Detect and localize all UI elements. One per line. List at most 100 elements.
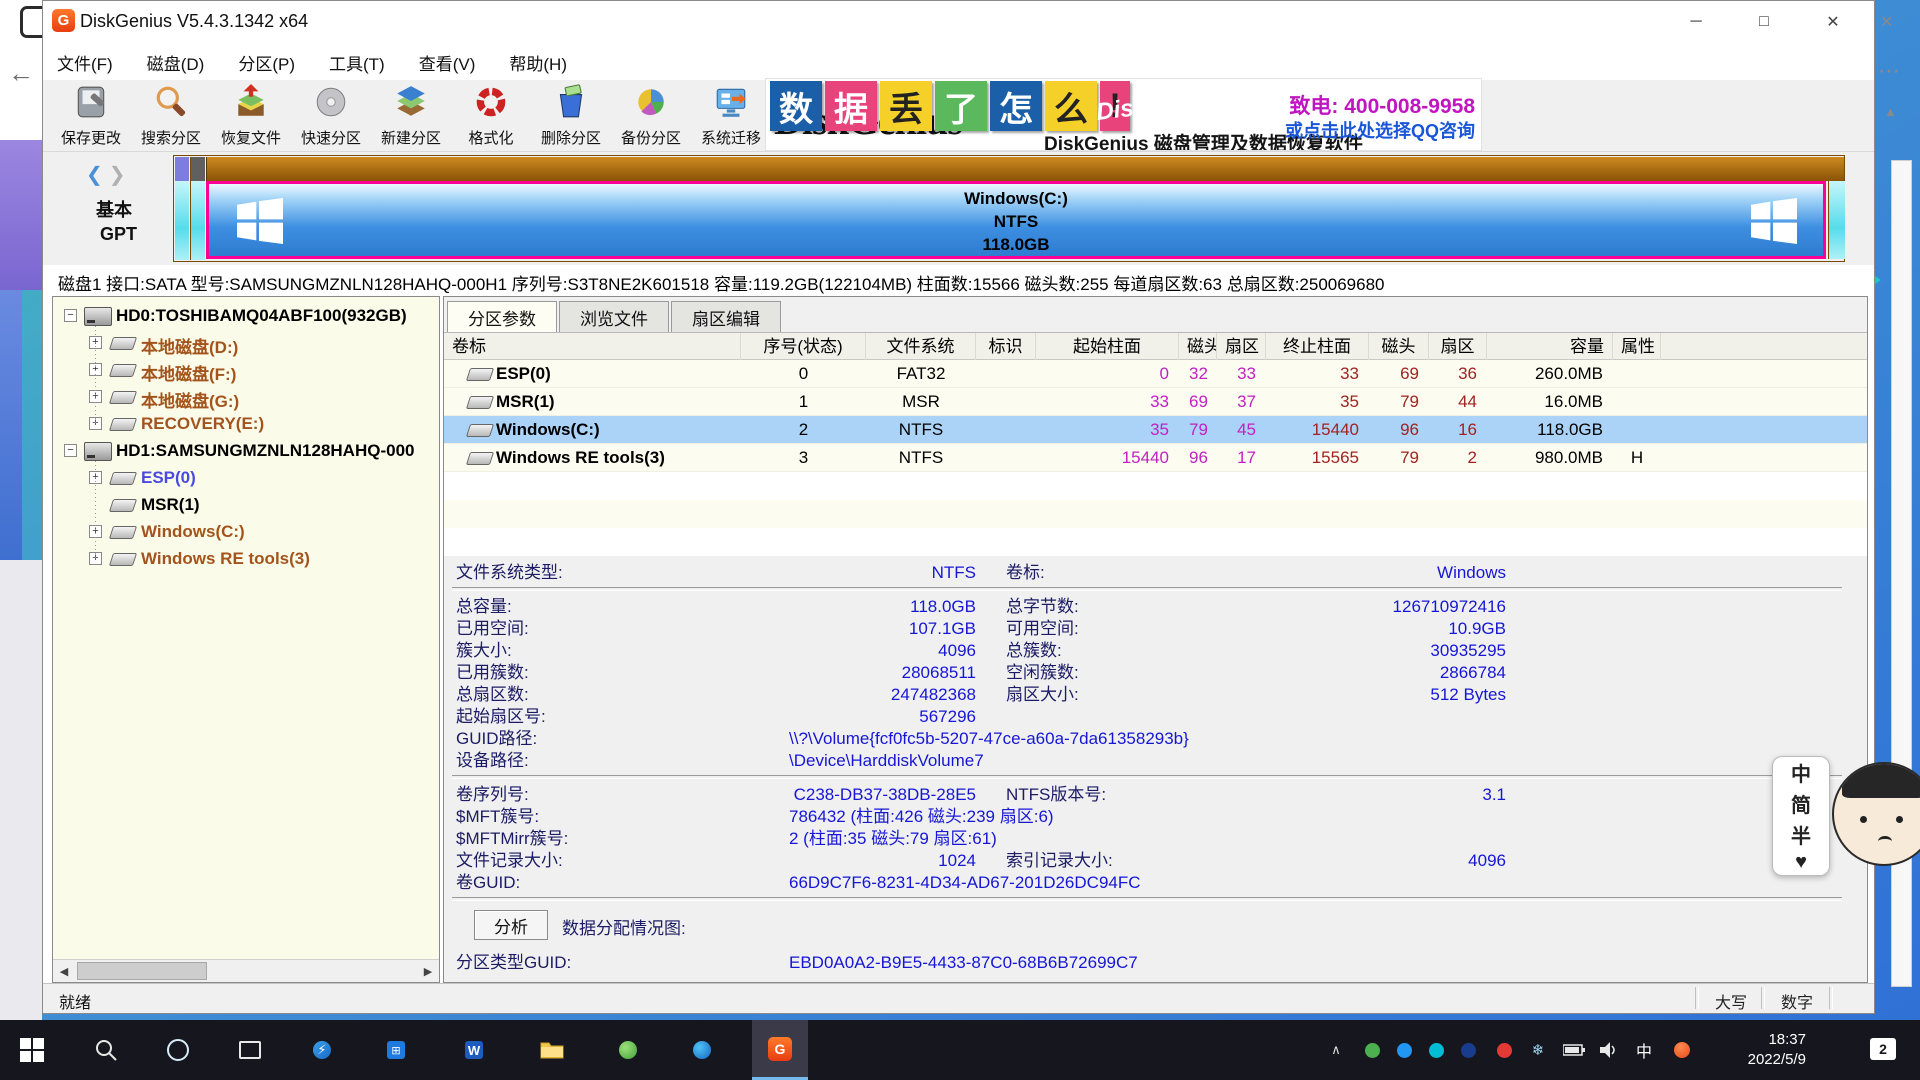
toolbar-button-new-partition[interactable]: 新建分区 bbox=[371, 84, 451, 148]
tray-expand-icon[interactable]: ∧ bbox=[1322, 1036, 1350, 1064]
tree-expand-collapse-icon[interactable]: − bbox=[64, 309, 77, 322]
scroll-up-icon[interactable]: ▲ bbox=[1884, 104, 1897, 119]
menu-item-1[interactable]: 磁盘(D) bbox=[147, 50, 205, 75]
ime-widget-item-1[interactable]: 简 bbox=[1791, 789, 1811, 818]
tab-扇区编辑[interactable]: 扇区编辑 bbox=[671, 301, 781, 333]
pinned-app-store[interactable]: ⊞ bbox=[368, 1020, 424, 1080]
column-header-0[interactable]: 卷标 bbox=[444, 333, 741, 361]
column-header-6[interactable]: 扇区 bbox=[1217, 333, 1266, 361]
taskbar-diskgenius-button[interactable]: G bbox=[752, 1020, 808, 1080]
tree-item-recovery-e-[interactable]: RECOVERY(E:) bbox=[141, 414, 264, 434]
ime-widget[interactable]: 中简半♥ bbox=[1772, 756, 1830, 876]
scrollbar-thumb[interactable] bbox=[77, 962, 207, 980]
toolbar-button-delete-partition[interactable]: 删除分区 bbox=[531, 84, 611, 148]
scroll-left-icon[interactable]: ◀ bbox=[53, 960, 75, 982]
background-close-icon[interactable]: ✕ bbox=[1880, 12, 1893, 32]
disk-nav-arrows[interactable]: ❮❯ bbox=[86, 162, 132, 187]
more-options-icon[interactable]: ⋯ bbox=[1878, 58, 1900, 84]
tray-red-app-icon[interactable] bbox=[1490, 1036, 1518, 1064]
menu-item-4[interactable]: 查看(V) bbox=[419, 50, 476, 75]
banner-qq-link[interactable]: 或点击此处选择QQ咨询 bbox=[1285, 119, 1475, 143]
menu-item-2[interactable]: 分区(P) bbox=[238, 50, 295, 75]
ad-banner[interactable]: DiskGenius 数据丢了怎么! DiskGenius DiskGenius… bbox=[765, 78, 1482, 151]
menu-item-3[interactable]: 工具(T) bbox=[329, 50, 385, 75]
toolbar-button-system-migration[interactable]: 系统迁移 bbox=[691, 84, 771, 148]
partition-block-windows-c[interactable]: Windows(C:) NTFS 118.0GB bbox=[206, 181, 1826, 259]
table-row-msr-1-[interactable]: MSR(1)1MSR33693735794416.0MB bbox=[444, 388, 1867, 416]
toolbar-button-format[interactable]: 格式化 bbox=[451, 84, 531, 148]
scroll-right-icon[interactable]: ▶ bbox=[417, 960, 439, 982]
minimize-button[interactable]: ─ bbox=[1667, 0, 1725, 44]
back-arrow-icon[interactable]: ← bbox=[8, 58, 34, 89]
tree-item--g-[interactable]: 本地磁盘(G:) bbox=[141, 387, 239, 412]
maximize-button[interactable]: □ bbox=[1735, 0, 1793, 44]
file-explorer-button[interactable] bbox=[524, 1020, 580, 1080]
next-disk-icon[interactable]: ❯ bbox=[109, 164, 132, 186]
pinned-app-edge[interactable] bbox=[674, 1020, 730, 1080]
tree-item-hd1-samsungmznln128hahq-000[interactable]: HD1:SAMSUNGMZNLN128HAHQ-000 bbox=[116, 441, 415, 461]
tab-分区参数[interactable]: 分区参数 bbox=[447, 301, 557, 333]
column-header-1[interactable]: 序号(状态) bbox=[741, 333, 866, 361]
cortana-button[interactable] bbox=[150, 1020, 206, 1080]
pinned-app-browser-green[interactable] bbox=[600, 1020, 656, 1080]
analyze-button[interactable]: 分析 bbox=[474, 910, 548, 940]
prev-disk-icon[interactable]: ❮ bbox=[86, 164, 109, 186]
tree-item-windows-c-[interactable]: Windows(C:) bbox=[141, 522, 245, 542]
tree-horizontal-scrollbar[interactable]: ◀ ▶ bbox=[53, 959, 439, 982]
toolbar-button-quick-partition[interactable]: 快速分区 bbox=[291, 84, 371, 148]
tree-expand-collapse-icon[interactable]: − bbox=[64, 444, 77, 457]
table-row-windows-c-[interactable]: Windows(C:)2NTFS357945154409616118.0GB bbox=[444, 416, 1867, 444]
task-view-button[interactable] bbox=[222, 1020, 278, 1080]
battery-icon[interactable] bbox=[1560, 1036, 1588, 1064]
column-header-9[interactable]: 扇区 bbox=[1429, 333, 1487, 361]
toolbar-button-recover-files[interactable]: 恢复文件 bbox=[211, 84, 291, 148]
column-header-10[interactable]: 容量 bbox=[1487, 333, 1613, 361]
tray-green-app-icon[interactable] bbox=[1358, 1036, 1386, 1064]
tree-item-hd0-toshibamq04abf100-932gb-[interactable]: HD0:TOSHIBAMQ04ABF100(932GB) bbox=[116, 306, 407, 326]
column-header-4[interactable]: 起始柱面 bbox=[1036, 333, 1179, 361]
tray-blue-app-icon[interactable] bbox=[1390, 1036, 1418, 1064]
start-button[interactable] bbox=[4, 1020, 60, 1080]
table-row-windows-re-tools-3-[interactable]: Windows RE tools(3)3NTFS1544096171556579… bbox=[444, 444, 1867, 472]
column-header-7[interactable]: 终止柱面 bbox=[1266, 333, 1369, 361]
tray-snowflake-icon[interactable]: ❄ bbox=[1524, 1036, 1552, 1064]
notification-center-icon[interactable]: 2 bbox=[1870, 1038, 1896, 1060]
disk-header-strip bbox=[206, 157, 1844, 181]
system-migration-icon bbox=[713, 84, 749, 125]
pinned-app-word[interactable]: W bbox=[446, 1020, 502, 1080]
pinned-app-flash[interactable]: ⚡ bbox=[294, 1020, 350, 1080]
tray-teal-app-icon[interactable] bbox=[1422, 1036, 1450, 1064]
tray-flame-icon[interactable] bbox=[1668, 1036, 1696, 1064]
taskbar-search-button[interactable] bbox=[78, 1020, 134, 1080]
partition-block-re-tools[interactable] bbox=[1828, 181, 1845, 259]
toolbar-button-backup-partition[interactable]: 备份分区 bbox=[611, 84, 691, 148]
toolbar-button-search-partition[interactable]: 搜索分区 bbox=[131, 84, 211, 148]
menu-item-0[interactable]: 文件(F) bbox=[57, 50, 113, 75]
tray-qq-icon[interactable] bbox=[1454, 1036, 1482, 1064]
tree-item--d-[interactable]: 本地磁盘(D:) bbox=[141, 333, 238, 358]
ime-widget-item-0[interactable]: 中 bbox=[1791, 758, 1811, 787]
tree-item-windows-re-tools-3-[interactable]: Windows RE tools(3) bbox=[141, 549, 310, 569]
column-header-11[interactable]: 属性 bbox=[1613, 333, 1661, 361]
tree-item-esp-0-[interactable]: ESP(0) bbox=[141, 468, 196, 488]
toolbar-button-save[interactable]: 保存更改 bbox=[51, 84, 131, 148]
volume-icon[interactable] bbox=[1596, 1036, 1624, 1064]
column-header-2[interactable]: 文件系统 bbox=[866, 333, 976, 361]
clock[interactable]: 18:37 2022/5/9 bbox=[1748, 1030, 1806, 1070]
tab-浏览文件[interactable]: 浏览文件 bbox=[559, 301, 669, 333]
ime-language-icon[interactable]: 中 bbox=[1630, 1036, 1658, 1064]
partition-block-esp[interactable] bbox=[175, 157, 189, 260]
menu-item-5[interactable]: 帮助(H) bbox=[509, 50, 567, 75]
column-header-8[interactable]: 磁头 bbox=[1369, 333, 1429, 361]
tree-item-msr-1-[interactable]: MSR(1) bbox=[141, 495, 200, 515]
partition-block-msr[interactable] bbox=[190, 157, 205, 260]
close-button[interactable]: ✕ bbox=[1804, 0, 1862, 44]
tree-item--f-[interactable]: 本地磁盘(F:) bbox=[141, 360, 236, 385]
details-value: 4096 bbox=[1144, 850, 1506, 872]
banner-tile: 丢 bbox=[880, 81, 932, 131]
ime-widget-item-2[interactable]: 半 bbox=[1791, 820, 1811, 849]
ime-widget-item-3[interactable]: ♥ bbox=[1795, 851, 1807, 874]
column-header-3[interactable]: 标识 bbox=[976, 333, 1036, 361]
column-header-5[interactable]: 磁头 bbox=[1179, 333, 1217, 361]
table-row-esp-0-[interactable]: ESP(0)0FAT3203233336936260.0MB bbox=[444, 360, 1867, 388]
